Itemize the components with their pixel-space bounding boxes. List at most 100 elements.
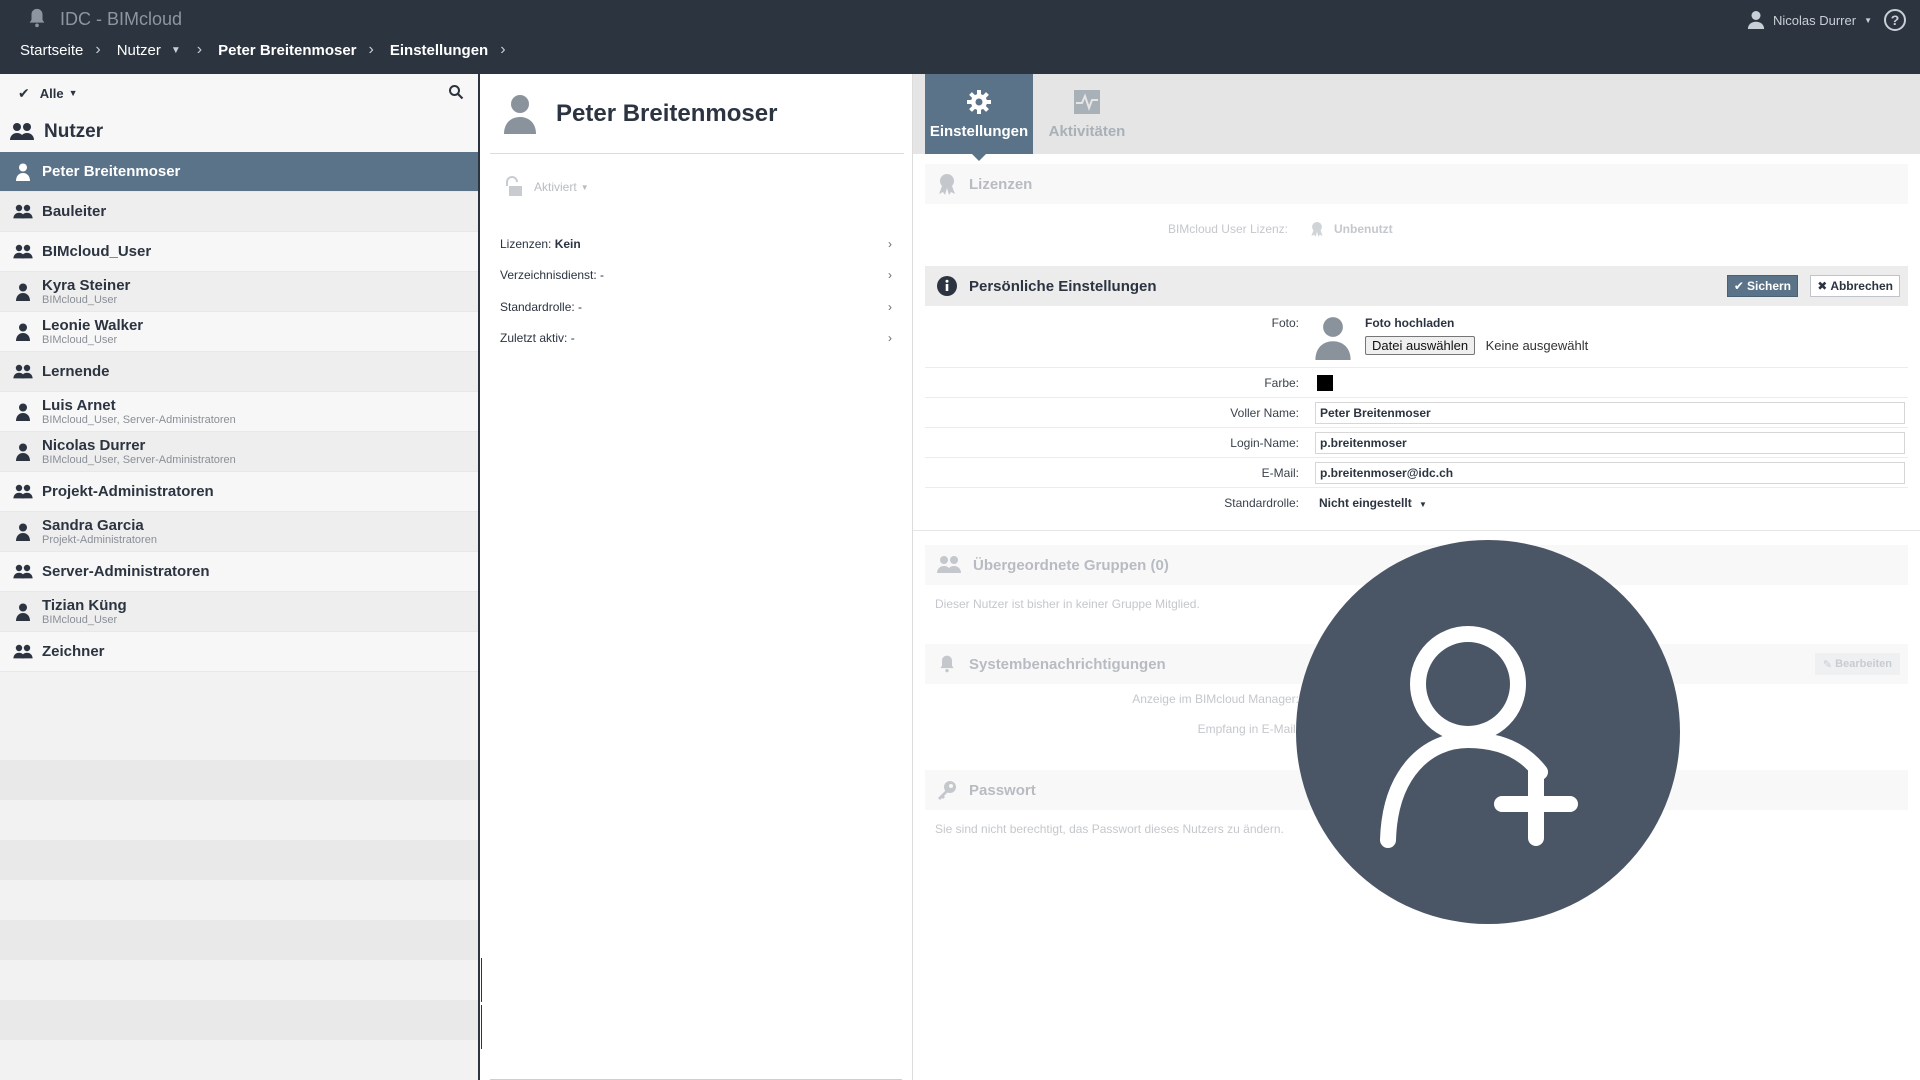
section-title: Nutzer (0, 112, 478, 152)
list-item-groups: BIMcloud_User (42, 334, 118, 346)
list-stripe (0, 840, 478, 880)
user-icon (16, 283, 30, 301)
user-list: Peter Breitenmoser Bauleiter BIMcloud_User… (0, 152, 478, 672)
list-item[interactable]: Bauleiter (0, 192, 478, 232)
close-icon: ✖ (1817, 279, 1828, 293)
save-button[interactable]: ✔ Sichern (1726, 275, 1798, 297)
summary-properties: Lizenzen: Kein › Verzeichnisdienst: - › … (482, 228, 912, 354)
list-item[interactable]: Nicolas Durrer BIMcloud_User, Server-Admi… (0, 432, 478, 472)
prop-licenses[interactable]: Lizenzen: Kein › (482, 228, 912, 260)
list-stripe (0, 760, 478, 800)
status-dropdown[interactable]: Aktiviert ▼ (482, 176, 912, 198)
role-dropdown[interactable]: Nicht eingestellt ▼ (1315, 496, 1908, 510)
cancel-button[interactable]: ✖ Abbrechen (1810, 275, 1900, 297)
tab-settings[interactable]: Einstellungen (925, 74, 1033, 161)
breadcrumb-user[interactable]: Peter Breitenmoser (218, 42, 356, 59)
license-row: BIMcloud User Lizenz: Unbenutzt (1167, 222, 1393, 237)
info-icon (937, 276, 957, 296)
list-item[interactable]: Server-Administratoren (0, 552, 478, 592)
prop-default-role[interactable]: Standardrolle: - › (482, 291, 912, 323)
unlock-icon (506, 176, 522, 196)
list-item-name: Luis Arnet (42, 397, 116, 414)
list-stripe (0, 920, 478, 960)
list-item-name: Kyra Steiner (42, 277, 131, 294)
list-item[interactable]: Leonie Walker BIMcloud_User (0, 312, 478, 352)
color-swatch[interactable] (1317, 374, 1333, 391)
breadcrumb-settings[interactable]: Einstellungen (390, 42, 488, 59)
email-input[interactable]: p.breitenmoser@idc.ch (1315, 461, 1905, 484)
personal-settings-card: Persönliche Einstellungen ✔ Sichern ✖ Ab… (925, 266, 1908, 518)
list-item[interactable]: Lernende (0, 352, 478, 392)
login-row: Login-Name: p.breitenmoser (925, 428, 1908, 458)
chevron-down-icon: ▼ (68, 88, 78, 98)
list-stripe (0, 1000, 478, 1040)
user-menu[interactable]: Nicolas Durrer ▼ (1747, 10, 1872, 30)
list-item[interactable]: Luis Arnet BIMcloud_User, Server-Administ… (0, 392, 478, 432)
prop-directory[interactable]: Verzeichnisdienst: - › (482, 260, 912, 292)
users-icon (12, 364, 34, 380)
user-icon (16, 443, 30, 461)
prop-last-active[interactable]: Zuletzt aktiv: - › (482, 323, 912, 355)
chevron-down-icon: ▼ (580, 182, 589, 192)
tab-bar: Einstellungen Aktivitäten (913, 74, 1920, 161)
list-item[interactable]: Peter Breitenmoser (0, 152, 478, 192)
users-icon (937, 556, 961, 573)
key-icon (938, 781, 956, 800)
list-stripe (0, 960, 478, 1000)
help-icon[interactable]: ? (1884, 9, 1906, 31)
edit-button[interactable]: ✎ Bearbeiten (1814, 653, 1900, 675)
users-icon (10, 123, 34, 140)
pencil-icon: ✎ (1822, 658, 1833, 671)
list-item[interactable]: Zeichner (0, 632, 478, 672)
top-bar: IDC - BIMcloud Nicolas Durrer ▼ ? Starts… (0, 0, 1920, 74)
list-item-name: Projekt-Administratoren (42, 483, 214, 500)
users-icon (13, 364, 33, 378)
role-row: Standardrolle: Nicht eingestellt ▼ (925, 488, 1908, 518)
photo-field: Foto hochladen Datei auswählen Keine aus… (1315, 316, 1588, 360)
search-icon[interactable] (448, 84, 464, 100)
filter-dropdown[interactable]: ✔ Alle ▼ (0, 74, 478, 112)
breadcrumb-users[interactable]: Nutzer (117, 42, 161, 59)
user-icon (16, 403, 30, 421)
login-input[interactable]: p.breitenmoser (1315, 431, 1905, 454)
licenses-card: Lizenzen BIMcloud User Lizenz: Unbenutzt (925, 164, 1908, 254)
page-title: Peter Breitenmoser (556, 99, 778, 127)
photo-upload-label: Foto hochladen (1365, 316, 1455, 330)
users-icon (13, 644, 33, 658)
summary-header: Peter Breitenmoser (490, 74, 904, 154)
user-icon (12, 323, 34, 341)
breadcrumb-home[interactable]: Startseite (20, 42, 83, 59)
chevron-down-icon[interactable]: ▼ (171, 45, 181, 56)
tab-activities[interactable]: Aktivitäten (1033, 74, 1141, 154)
chevron-right-icon: › (888, 299, 892, 314)
user-icon (12, 403, 34, 421)
list-item-name: Server-Administratoren (42, 563, 210, 580)
chevron-right-icon: › (196, 41, 203, 58)
list-item-name: Peter Breitenmoser (42, 163, 181, 180)
add-user-overlay[interactable] (1296, 540, 1680, 924)
photo-row: Foto: Foto hochladen Datei auswählen Kei… (925, 306, 1908, 368)
email-row: E-Mail: p.breitenmoser@idc.ch (925, 458, 1908, 488)
chevron-right-icon: › (888, 236, 892, 251)
fullname-input[interactable]: Peter Breitenmoser (1315, 401, 1905, 424)
list-stripe (0, 800, 478, 840)
list-item[interactable]: Sandra Garcia Projekt-Administratoren (0, 512, 478, 552)
list-item-groups: BIMcloud_User, Server-Administratoren (42, 414, 236, 426)
list-item[interactable]: BIMcloud_User (0, 232, 478, 272)
chevron-right-icon: › (368, 41, 374, 58)
award-icon (1311, 222, 1323, 237)
list-item[interactable]: Projekt-Administratoren (0, 472, 478, 512)
user-icon (12, 523, 34, 541)
chevron-right-icon: › (95, 41, 101, 58)
list-item[interactable]: Kyra Steiner BIMcloud_User (0, 272, 478, 312)
users-icon (13, 484, 33, 498)
user-icon (1747, 11, 1765, 29)
bell-icon[interactable] (26, 7, 48, 29)
licenses-header: Lizenzen (925, 164, 1908, 204)
chevron-right-icon: › (888, 268, 892, 283)
chevron-right-icon: › (888, 331, 892, 346)
list-item-name: BIMcloud_User (42, 243, 152, 260)
list-item-name: Leonie Walker (42, 317, 144, 334)
list-item[interactable]: Tizian Küng BIMcloud_User (0, 592, 478, 632)
file-choose-button[interactable]: Datei auswählen (1365, 336, 1476, 355)
